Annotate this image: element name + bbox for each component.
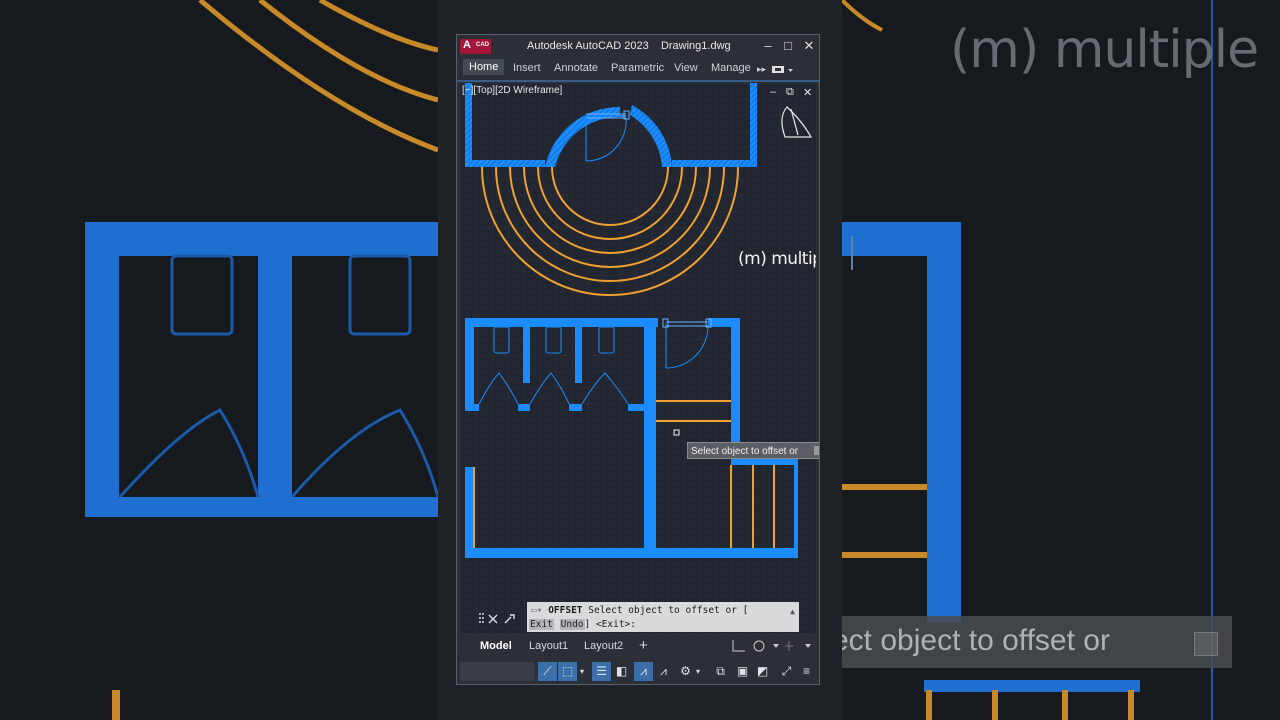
grip-icon (479, 613, 484, 623)
isolate-objects-icon[interactable]: ◩ (753, 662, 772, 681)
selection-cycling-icon[interactable]: ⬚ (558, 662, 577, 681)
lineweight-icon[interactable]: ☰ (592, 662, 611, 681)
polar-icon (753, 640, 765, 652)
command-history-icon[interactable]: ▭▾ (531, 605, 542, 616)
command-line: ▭▾ OFFSET Select object to offset or [ E… (457, 602, 819, 634)
option-undo[interactable]: Undo (559, 619, 585, 630)
ortho-icon (732, 640, 745, 652)
tab-layout1[interactable]: Layout1 (529, 640, 568, 652)
viewport-close-icon[interactable]: ✕ (803, 86, 812, 99)
command-prompt-line2: Exit Undo] <Exit>: (529, 619, 636, 630)
snap-icon (785, 641, 793, 651)
autocad-window: A CAD Autodesk AutoCAD 2023 Drawing1.dwg… (456, 34, 820, 685)
dynamic-input-icon[interactable]: ⟋ (538, 662, 557, 681)
command-prompt-text: Select object to offset or [ (588, 605, 749, 616)
customize-wrench-icon (504, 614, 515, 624)
layout-tabs: Model Layout1 Layout2 + (457, 635, 819, 657)
status-bar: ⟋ ⬚ ▾ ☰ ◧ ⩘ ⩘ ⚙ ▾ ⧉ ▣ ◩ ⤢ ≡ (457, 658, 819, 684)
drawing-viewport[interactable]: [−][Top][2D Wireframe] – ⧉ ✕ (m) multipl… (460, 83, 816, 633)
ribbon-tabs: Home Insert Annotate Parametric View Man… (457, 58, 819, 80)
background-watermark-text: (m) multiple (950, 20, 1259, 80)
command-expand-icon[interactable]: ▲ (790, 607, 795, 616)
command-input[interactable]: ▭▾ OFFSET Select object to offset or [ E… (527, 602, 799, 632)
workspace-dropdown-icon[interactable] (771, 65, 795, 75)
command-name: OFFSET (548, 605, 583, 616)
tab-home[interactable]: Home (463, 59, 505, 75)
dynamic-input-tooltip: Select object to offset or (687, 442, 819, 459)
background-prompt-text: ect object to offset or (842, 624, 1110, 657)
background-left (0, 0, 438, 720)
file-name: Drawing1.dwg (660, 40, 731, 52)
background-right-drawing (842, 0, 1213, 720)
layout-status-icons (732, 640, 811, 652)
annotation-scale-icon[interactable]: ⩘ (634, 662, 653, 681)
logo-sub: CAD (476, 42, 489, 48)
annotation-visibility-icon[interactable]: ⩘ (654, 662, 673, 681)
viewport-minimize-icon[interactable]: – (770, 86, 776, 98)
tab-manage[interactable]: Manage (711, 62, 751, 74)
background-left-drawing (85, 0, 438, 720)
maximize-button[interactable]: □ (779, 37, 797, 55)
command-prompt-line1: ▭▾ OFFSET Select object to offset or [ (531, 605, 748, 616)
logo-letter: A (463, 39, 471, 51)
tab-insert[interactable]: Insert (513, 62, 541, 74)
units-icon[interactable]: ⧉ (711, 662, 730, 681)
tab-parametric[interactable]: Parametric (611, 62, 664, 74)
fullscreen-icon[interactable]: ⤢ (777, 662, 796, 681)
option-exit[interactable]: Exit (529, 619, 554, 630)
quick-properties-icon[interactable]: ▣ (733, 662, 752, 681)
workspace-dropdown-icon[interactable]: ▾ (693, 662, 703, 681)
background-right: (m) multiple ect object to offset or (842, 0, 1280, 720)
viewport-restore-icon[interactable]: ⧉ (786, 86, 794, 99)
add-layout-icon[interactable]: + (639, 637, 648, 654)
tooltip-text: Select object to offset or (691, 446, 799, 457)
close-button[interactable]: ✕ (800, 37, 818, 55)
background-command-prompt: ect object to offset or (842, 616, 1232, 668)
app-title: Autodesk AutoCAD 2023 (527, 40, 649, 52)
title-bar: A CAD Autodesk AutoCAD 2023 Drawing1.dwg… (457, 35, 819, 57)
ribbon-divider (457, 80, 819, 82)
transparency-icon[interactable]: ◧ (612, 662, 631, 681)
dropdown-icon[interactable]: ▾ (577, 662, 587, 681)
minimize-button[interactable]: – (759, 37, 777, 55)
drawing-canvas[interactable] (460, 83, 816, 633)
tooltip-arrow-icon[interactable] (814, 446, 819, 455)
more-tabs-icon[interactable]: ▸▸ (757, 64, 766, 75)
tab-model[interactable]: Model (480, 640, 512, 652)
tab-view[interactable]: View (674, 62, 698, 74)
coordinate-box[interactable] (460, 662, 534, 681)
tab-layout2[interactable]: Layout2 (584, 640, 623, 652)
customize-menu-icon[interactable]: ≡ (797, 662, 816, 681)
viewport-label[interactable]: [−][Top][2D Wireframe] (462, 85, 562, 96)
window-title: Autodesk AutoCAD 2023 Drawing1.dwg (527, 40, 731, 52)
overlay-caption: (m) multiple (738, 249, 816, 269)
tab-annotate[interactable]: Annotate (554, 62, 598, 74)
autocad-logo[interactable]: A CAD (460, 39, 491, 54)
background-prompt-button (1194, 632, 1218, 656)
close-command-icon (488, 614, 498, 624)
command-line-tools (479, 613, 515, 624)
command-prompt-end: ] <Exit>: (584, 619, 636, 630)
